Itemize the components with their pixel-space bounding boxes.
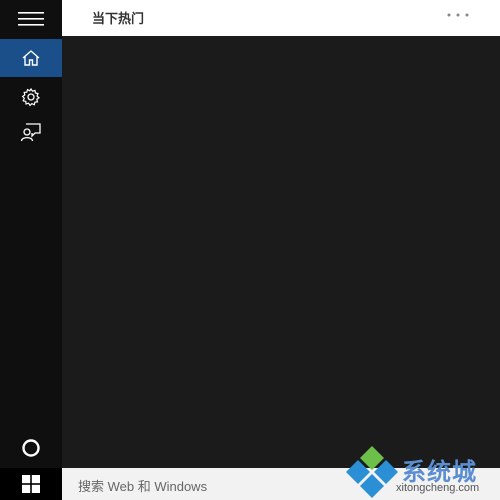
feedback-icon xyxy=(20,123,41,142)
content-area xyxy=(62,36,500,468)
more-options-button[interactable] xyxy=(446,6,470,24)
feedback-button[interactable] xyxy=(0,113,62,151)
header-bar: 当下热门 xyxy=(62,0,500,36)
hamburger-menu-icon xyxy=(18,11,44,26)
home-icon xyxy=(22,50,40,66)
settings-button[interactable] xyxy=(0,78,62,116)
search-placeholder: 搜索 Web 和 Windows xyxy=(78,479,208,494)
cortana-circle-icon xyxy=(22,439,40,457)
navigation-rail xyxy=(0,0,62,468)
page-title: 当下热门 xyxy=(92,12,145,27)
home-button[interactable] xyxy=(0,39,62,77)
cortana-button[interactable] xyxy=(0,428,62,468)
start-button[interactable] xyxy=(0,468,62,500)
hamburger-menu-button[interactable] xyxy=(0,0,62,37)
windows-logo-icon xyxy=(22,475,40,493)
settings-gear-icon xyxy=(21,87,40,107)
search-input[interactable]: 搜索 Web 和 Windows xyxy=(62,468,500,500)
more-options-icon xyxy=(447,13,469,17)
